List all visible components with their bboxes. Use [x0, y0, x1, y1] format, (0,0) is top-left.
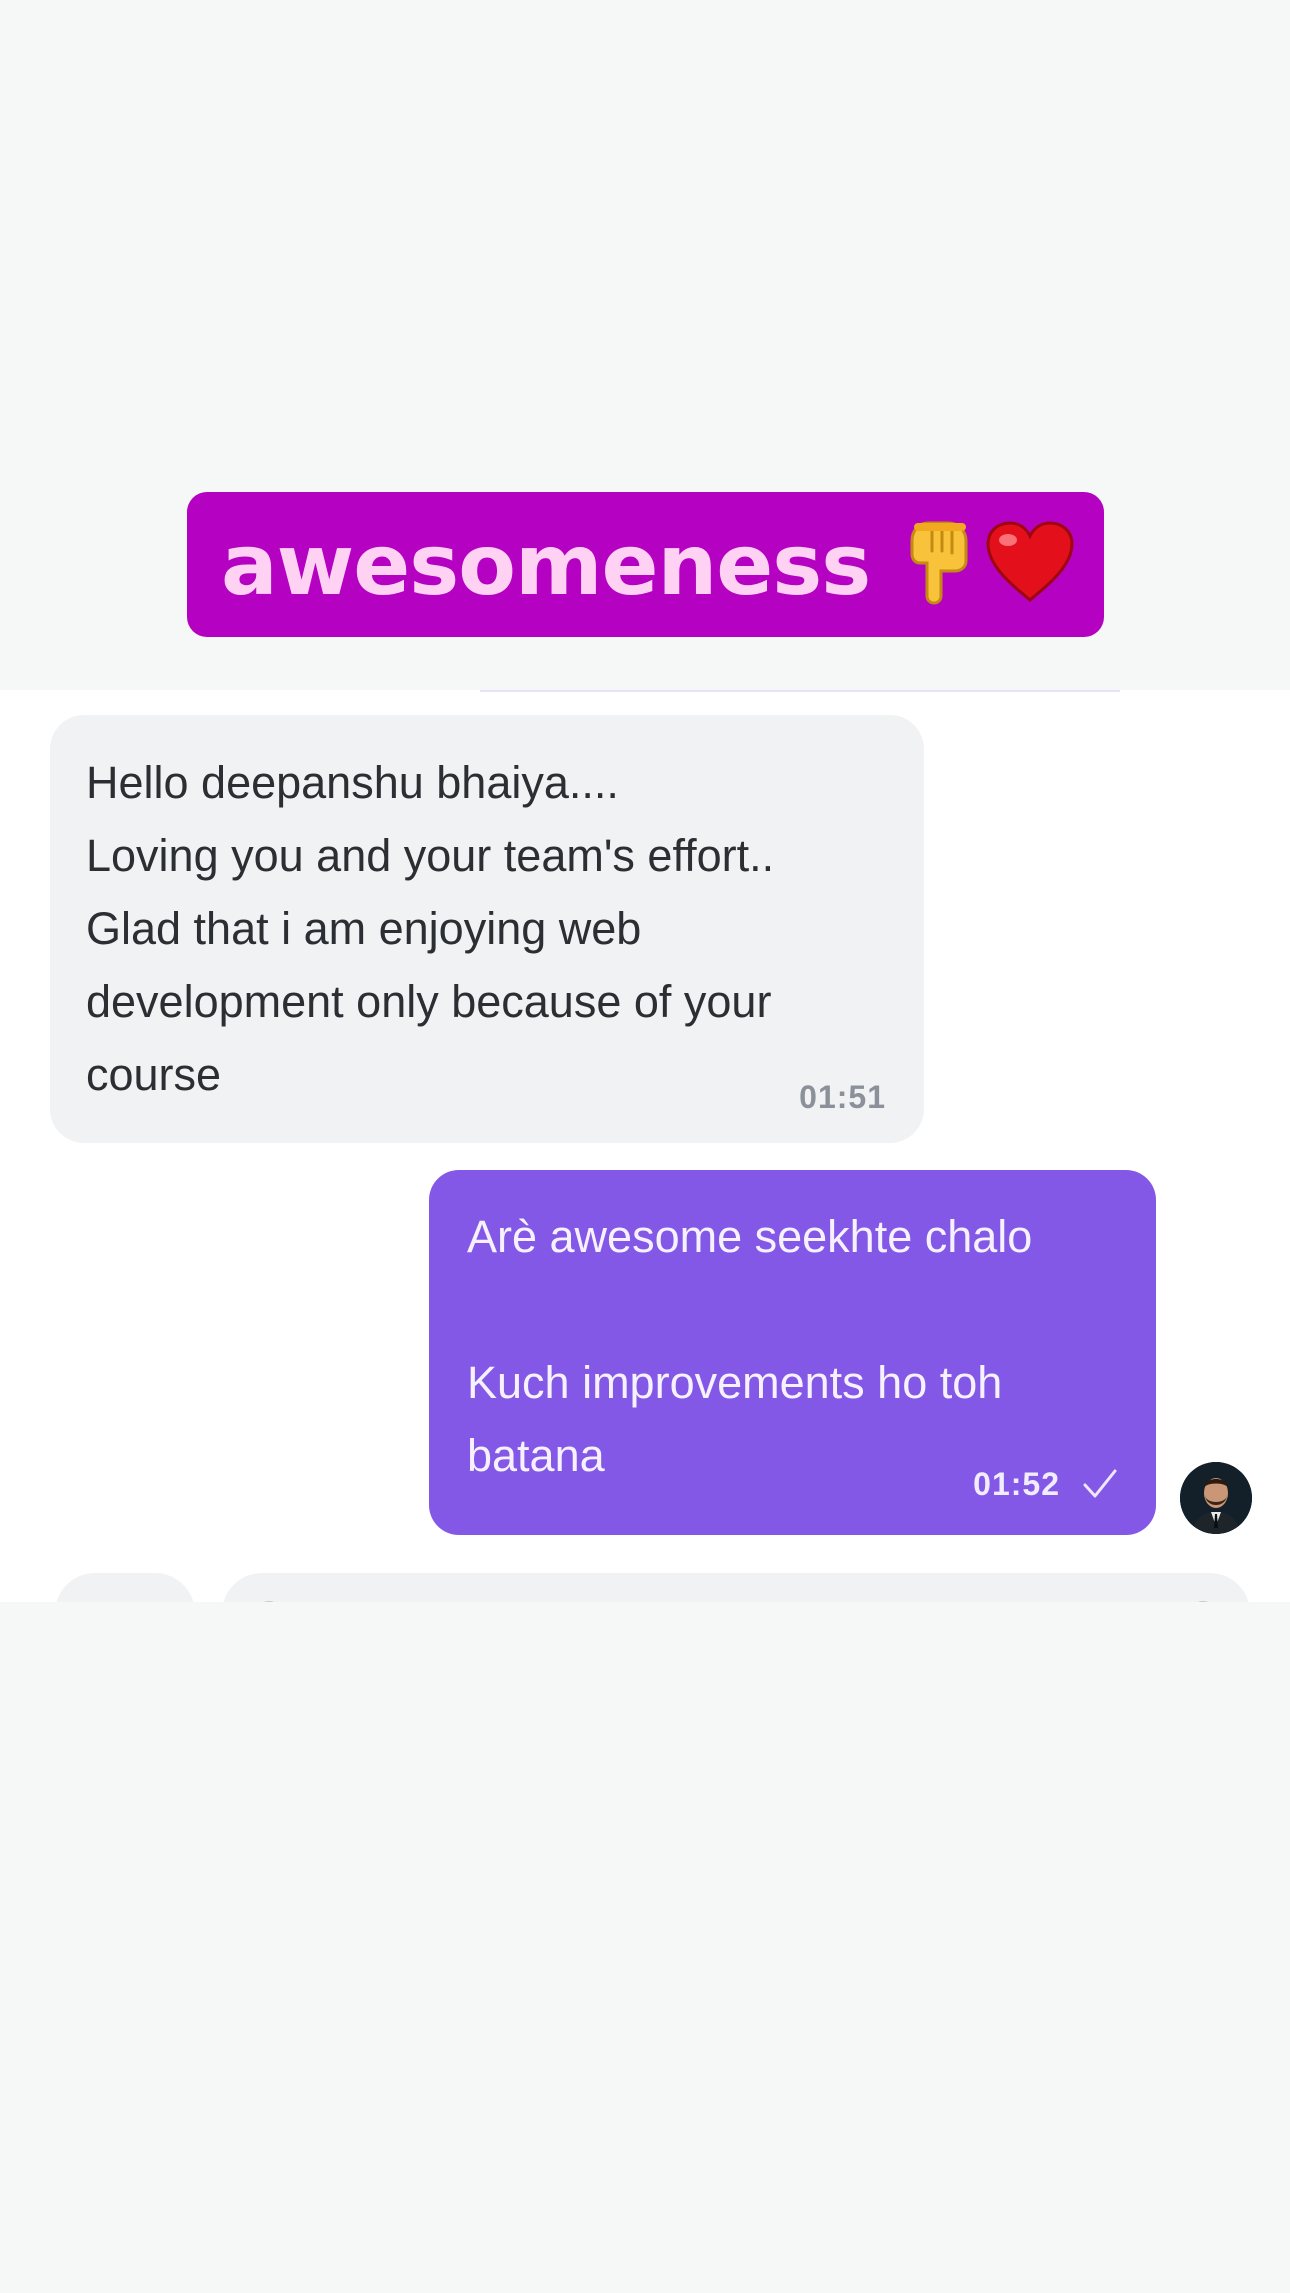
- incoming-message-line: course: [86, 1049, 222, 1100]
- incoming-message-line: development only because of your: [86, 976, 772, 1027]
- red-heart-icon: [984, 520, 1076, 609]
- check-icon: [1082, 1467, 1118, 1501]
- outgoing-message-time: 01:52: [973, 1466, 1060, 1502]
- pointing-down-hand-icon: [904, 517, 974, 612]
- incoming-message-line: Hello deepanshu bhaiya....: [86, 757, 619, 808]
- partial-message-bubble: [222, 1573, 1250, 1602]
- partial-glyph: [260, 1601, 278, 1602]
- outgoing-message-meta: 01:52: [973, 1467, 1118, 1501]
- sticker-text: awesomeness: [221, 515, 871, 614]
- user-avatar[interactable]: [1180, 1462, 1252, 1534]
- incoming-message-line: Glad that i am enjoying web: [86, 903, 642, 954]
- sticker-emoji-group: [904, 517, 1076, 612]
- message-line-gap: [467, 1273, 1118, 1346]
- outgoing-message-line: Kuch improvements ho toh: [467, 1357, 1003, 1408]
- incoming-message-time: 01:51: [799, 1079, 886, 1115]
- story-sticker[interactable]: awesomeness: [187, 492, 1104, 637]
- outgoing-message-bubble[interactable]: Arè awesome seekhte chalo Kuch improveme…: [429, 1170, 1156, 1535]
- partial-glyph: [1194, 1601, 1212, 1602]
- panel-top-edge: [480, 690, 1120, 692]
- outgoing-message-line: Arè awesome seekhte chalo: [467, 1211, 1033, 1262]
- incoming-message-bubble[interactable]: Hello deepanshu bhaiya.... Loving you an…: [50, 715, 924, 1143]
- incoming-message-line: Loving you and your team's effort..: [86, 830, 775, 881]
- partial-reaction-pill: [55, 1573, 195, 1602]
- chat-panel: Hello deepanshu bhaiya.... Loving you an…: [0, 690, 1290, 1602]
